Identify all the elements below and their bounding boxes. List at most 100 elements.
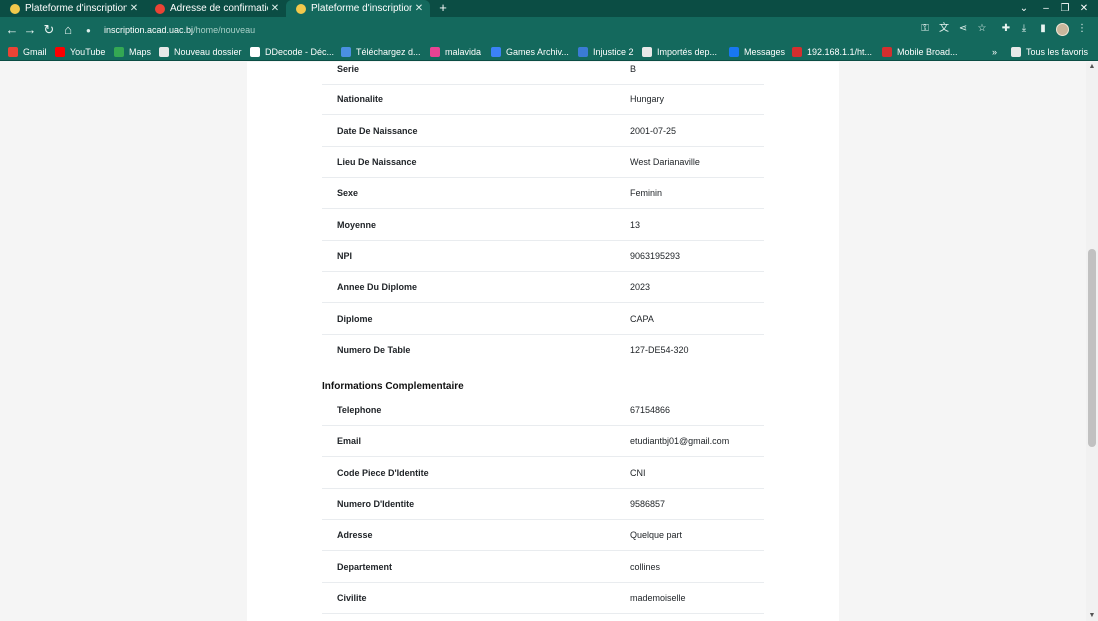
address-bar[interactable]: ● inscription.acad.uac.bj/home/nouveau [80,20,980,40]
scrollbar-thumb[interactable] [1088,249,1096,447]
new-tab-plus-icon[interactable]: + [436,0,450,17]
info-value: West Darianaville [630,157,700,167]
info-label: Numero De Table [337,345,411,355]
url-host: inscription.acad.uac.bj [104,25,194,35]
info-row-nationalite: Nationalite Hungary [322,84,764,115]
bookmark-star-icon[interactable]: ☆ [974,21,990,37]
back-arrow-icon[interactable]: ← [3,21,21,39]
side-panel-icon[interactable]: ▮ [1035,21,1051,37]
info-value: 127-DE54-320 [630,345,689,355]
info-label: Lieu De Naissance [337,157,417,167]
info-label: Civilite [337,593,367,603]
info-row-numero-identite: Numero D'Identite 9586857 [322,489,764,520]
info-label: Annee Du Diplome [337,282,418,292]
info-label: Date De Naissance [337,126,418,136]
tab-1[interactable]: Plateforme d'inscription ✕ [0,0,145,17]
info-label: Serie [337,64,360,74]
bookmark-label: Mobile Broad... [897,47,958,57]
password-key-icon[interactable]: ⚿ [917,21,933,37]
tab-favicon-icon [10,3,20,14]
info-value: 2023 [630,282,651,292]
tab-search-chevron-icon[interactable]: ⌄ [1015,0,1033,17]
info-row-npi: NPI 9063195293 [322,241,764,272]
info-value: Feminin [630,188,663,198]
bookmarks-overflow-icon[interactable]: » [992,43,997,61]
info-label: Nationalite [337,94,384,104]
menu-kebab-icon[interactable]: ⋮ [1074,21,1090,37]
share-icon[interactable]: ⋖ [955,21,971,37]
home-icon[interactable]: ⌂ [59,21,77,39]
ddecode-icon [250,47,260,57]
bookmark-youtube[interactable]: YouTube [55,43,105,61]
bookmark-label: Tous les favoris [1026,47,1089,57]
info-value: B [630,64,637,74]
tab-close-icon[interactable]: ✕ [412,3,426,14]
info-value: etudiantbj01@gmail.com [630,436,730,446]
info-value: CNI [630,468,646,478]
info-value: 2001-07-25 [630,126,677,136]
info-row-moyenne: Moyenne 13 [322,210,764,241]
forward-arrow-icon[interactable]: → [21,21,39,39]
bookmark-label: Maps [129,47,152,57]
browser-toolbar: ← → ↻ ⌂ ● inscription.acad.uac.bj/home/n… [0,17,1098,43]
info-row-email: Email etudiantbj01@gmail.com [322,426,764,457]
translate-icon[interactable]: 文 [936,21,952,37]
reload-icon[interactable]: ↻ [40,21,58,39]
info-row-serie: Serie B [322,54,764,85]
tab-favicon-icon [155,3,165,14]
info-row-sexe: Sexe Feminin [322,178,764,209]
restore-icon[interactable]: ❐ [1056,0,1074,17]
bookmark-router[interactable]: 192.168.1.1/ht... [792,43,872,61]
extensions-puzzle-icon[interactable]: ✚ [998,21,1014,37]
info-value: 9586857 [630,499,666,509]
tab-2[interactable]: Adresse de confirmation ✕ [145,0,286,17]
info-value: CAPA [630,314,654,324]
bookmark-label: YouTube [70,47,106,57]
folder-icon [159,47,169,57]
info-value: mademoiselle [630,593,686,603]
bookmark-folder-nouveau[interactable]: Nouveau dossier [159,43,242,61]
info-row-adresse: Adresse Quelque part [322,520,764,551]
window-close-icon[interactable]: ✕ [1075,0,1093,17]
bookmark-gmail[interactable]: Gmail [8,43,47,61]
youtube-icon [55,47,65,57]
info-value: Quelque part [630,530,683,540]
section-title-complementary: Informations Complementaire [322,381,464,392]
info-value: collines [630,562,661,572]
maps-pin-icon [114,47,124,57]
tab-close-icon[interactable]: ✕ [268,3,282,14]
gmail-icon [8,47,18,57]
info-value: 67154866 [630,405,671,415]
info-row-code-piece: Code Piece D'Identite CNI [322,458,764,489]
info-row-telephone: Telephone 67154866 [322,395,764,426]
url-path: /home/nouveau [193,25,256,35]
info-row-annee-diplome: Annee Du Diplome 2023 [322,272,764,303]
info-value: Hungary [630,94,665,104]
tab-title: Plateforme d'inscription [25,3,127,14]
info-label: Email [337,436,362,446]
bookmark-label: 192.168.1.1/ht... [807,47,873,57]
info-row-departement: Departement collines [322,552,764,583]
bookmark-all-favorites[interactable]: Tous les favoris [1011,43,1088,61]
page-scrollbar[interactable]: ▲ ▼ [1086,62,1098,621]
minimize-icon[interactable]: – [1037,0,1055,17]
info-row-numero-table: Numero De Table 127-DE54-320 [322,335,764,366]
bookmark-maps[interactable]: Maps [114,43,151,61]
tab-close-icon[interactable]: ✕ [127,3,141,14]
info-label: Numero D'Identite [337,499,415,509]
scroll-down-arrow-icon[interactable]: ▼ [1086,611,1098,621]
download-icon[interactable]: ⤓ [1016,21,1032,37]
info-label: Telephone [337,405,382,415]
tab-favicon-icon [296,3,306,14]
info-row-date-naissance: Date De Naissance 2001-07-25 [322,116,764,147]
info-row-civilite: Civilite mademoiselle [322,583,764,614]
tab-3-active[interactable]: Plateforme d'inscription ✕ [286,0,430,17]
info-label: Adresse [337,530,373,540]
scroll-up-arrow-icon[interactable]: ▲ [1086,62,1098,72]
bookmark-mobile-broadband[interactable]: Mobile Broad... [882,43,958,61]
huawei-icon [882,47,892,57]
info-label: NPI [337,251,353,261]
bookmark-label: Nouveau dossier [174,47,242,57]
profile-avatar[interactable] [1056,23,1069,36]
site-info-icon[interactable]: ● [86,26,96,35]
